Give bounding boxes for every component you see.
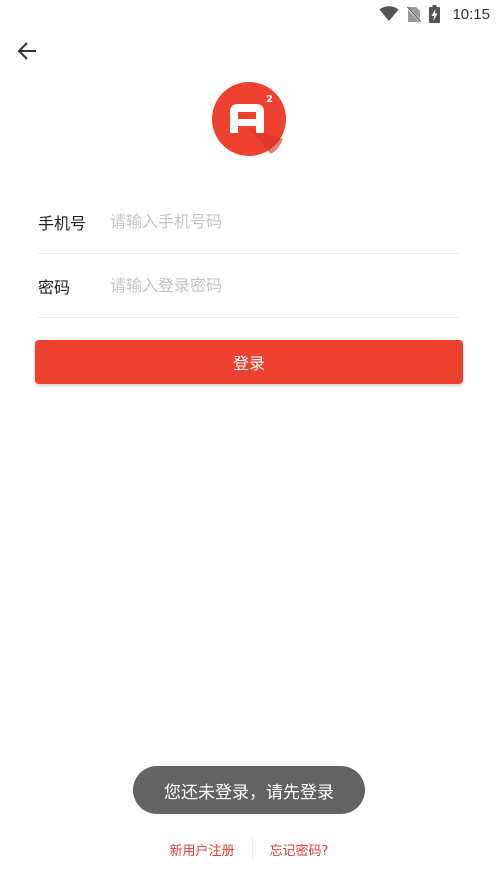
toast-message: 您还未登录，请先登录	[133, 766, 365, 814]
logo-superscript: 2	[266, 94, 273, 105]
status-icons: 10:15	[379, 4, 490, 24]
status-time: 10:15	[452, 5, 490, 23]
login-button[interactable]: 登录	[35, 340, 463, 384]
battery-charging-icon	[429, 5, 441, 23]
no-sim-icon	[407, 5, 422, 23]
phone-input[interactable]	[110, 201, 459, 242]
arrow-left-icon	[16, 40, 38, 66]
phone-label: 手机号	[38, 213, 87, 233]
forgot-password-link[interactable]: 忘记密码?	[253, 840, 346, 859]
footer-links: 新用户注册 忘记密码?	[0, 836, 498, 862]
back-button[interactable]	[12, 38, 42, 68]
password-input[interactable]	[110, 265, 459, 306]
password-row: 密码	[38, 254, 459, 318]
phone-row: 手机号	[38, 190, 459, 254]
status-bar: 10:15	[0, 0, 498, 28]
app-logo: 2	[211, 81, 287, 157]
wifi-icon	[379, 6, 399, 22]
register-link[interactable]: 新用户注册	[153, 840, 252, 859]
password-label: 密码	[38, 277, 71, 297]
